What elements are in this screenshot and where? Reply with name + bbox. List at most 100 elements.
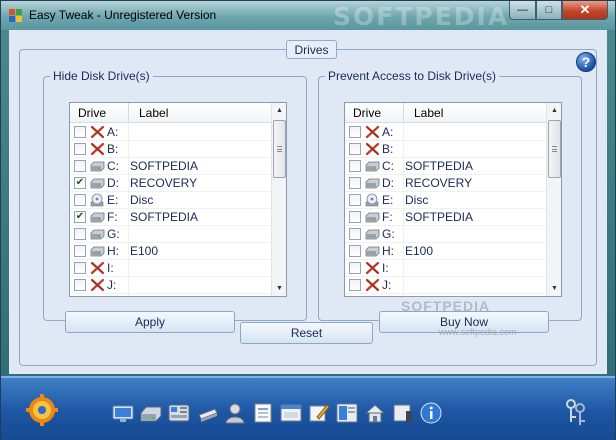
vertical-scrollbar[interactable]: ▲ ▼	[271, 103, 286, 296]
drive-checkbox[interactable]	[74, 279, 86, 291]
drive-row[interactable]: D: RECOVERY	[345, 175, 546, 192]
hard-drive-icon	[90, 210, 105, 224]
drive-checkbox[interactable]	[349, 126, 361, 138]
drive-checkbox[interactable]	[74, 245, 86, 257]
drive-row[interactable]: C: SOFTPEDIA	[345, 158, 546, 175]
minimize-icon: —	[517, 4, 528, 16]
desktop-icon[interactable]	[111, 401, 135, 425]
drive-checkbox[interactable]	[349, 211, 361, 223]
drive-letter: F:	[107, 210, 118, 224]
drive-letter: J:	[382, 278, 392, 292]
drive-row[interactable]: E: Disc	[70, 192, 271, 209]
hide-drives-list[interactable]: Drive Label A: B: C: SOFTPEDIA ✔ D: RECOVERY E:…	[69, 102, 287, 297]
drive-checkbox[interactable]	[74, 143, 86, 155]
document-icon[interactable]	[251, 401, 275, 425]
close-icon: ✕	[579, 2, 591, 17]
prevent-access-list[interactable]: Drive Label A: B: C: SOFTPEDIA D: RECOVERY E: D…	[344, 102, 562, 297]
security-icon[interactable]	[391, 401, 415, 425]
drive-row[interactable]: C: SOFTPEDIA	[70, 158, 271, 175]
drive-checkbox[interactable]	[349, 160, 361, 172]
drive-letter: D:	[107, 176, 119, 190]
network-icon[interactable]	[167, 401, 191, 425]
app-logo-icon	[9, 9, 22, 22]
drive-letter: H:	[382, 244, 394, 258]
disabled-x-icon	[90, 125, 105, 139]
printer-icon[interactable]	[195, 401, 219, 425]
scroll-up-icon[interactable]: ▲	[272, 103, 287, 118]
softpedia-watermark: SOFTPEDIA	[333, 2, 510, 31]
column-header-label[interactable]: Label	[129, 103, 168, 122]
column-header-drive[interactable]: Drive	[345, 103, 404, 122]
drive-checkbox[interactable]: ✔	[74, 211, 86, 223]
drive-row[interactable]: I:	[345, 260, 546, 277]
disabled-x-icon	[365, 261, 380, 275]
column-header-label[interactable]: Label	[404, 103, 443, 122]
drive-checkbox[interactable]	[74, 126, 86, 138]
close-button[interactable]: ✕	[562, 1, 608, 20]
drive-checkbox[interactable]	[349, 143, 361, 155]
drive-icon[interactable]	[139, 401, 163, 425]
disabled-x-icon	[365, 142, 380, 156]
drive-row[interactable]: H: E100	[345, 243, 546, 260]
drive-letter: E:	[107, 193, 119, 207]
drive-row[interactable]: ✔ F: SOFTPEDIA	[70, 209, 271, 226]
keys-icon[interactable]	[564, 398, 588, 426]
drive-checkbox[interactable]	[349, 279, 361, 291]
drive-row[interactable]: G:	[345, 226, 546, 243]
startmenu-icon[interactable]	[335, 401, 359, 425]
scroll-up-icon[interactable]: ▲	[547, 103, 562, 118]
drive-checkbox[interactable]	[349, 245, 361, 257]
scroll-thumb[interactable]	[548, 120, 561, 178]
drive-letter: D:	[382, 176, 394, 190]
drive-row[interactable]: G:	[70, 226, 271, 243]
drive-checkbox[interactable]	[349, 194, 361, 206]
drive-row[interactable]: B:	[70, 141, 271, 158]
drive-row[interactable]: H: E100	[70, 243, 271, 260]
maximize-button[interactable]: □	[536, 1, 562, 20]
scroll-thumb[interactable]	[273, 120, 286, 178]
window-icon[interactable]	[279, 401, 303, 425]
drive-row[interactable]: E: Disc	[345, 192, 546, 209]
drive-checkbox[interactable]	[74, 194, 86, 206]
drive-label: SOFTPEDIA	[405, 210, 474, 224]
drive-checkbox[interactable]	[74, 160, 86, 172]
settings-gear-icon[interactable]	[26, 394, 58, 426]
drive-letter: A:	[107, 125, 119, 139]
hide-drive-rows: A: B: C: SOFTPEDIA ✔ D: RECOVERY E: Disc ✔ F: SOFTP…	[70, 124, 271, 294]
drive-row[interactable]: J:	[345, 277, 546, 294]
drive-checkbox[interactable]	[349, 177, 361, 189]
scroll-down-icon[interactable]: ▼	[272, 281, 287, 296]
drive-row[interactable]: A:	[345, 124, 546, 141]
reset-button[interactable]: Reset	[240, 322, 373, 344]
drive-checkbox[interactable]	[349, 228, 361, 240]
apply-button[interactable]: Apply	[65, 311, 235, 333]
info-icon[interactable]	[419, 401, 443, 425]
drive-checkbox[interactable]	[74, 228, 86, 240]
drive-row[interactable]: B:	[345, 141, 546, 158]
prevent-access-title: Prevent Access to Disk Drive(s)	[325, 69, 500, 83]
drive-row[interactable]: J:	[70, 277, 271, 294]
drives-legend: Drives	[286, 40, 337, 59]
user-icon[interactable]	[223, 401, 247, 425]
drive-row[interactable]: A:	[70, 124, 271, 141]
cd-drive-icon	[90, 193, 105, 207]
edit-icon[interactable]	[307, 401, 331, 425]
disabled-x-icon	[365, 278, 380, 292]
drive-checkbox[interactable]: ✔	[74, 177, 86, 189]
title-bar[interactable]: Easy Tweak - Unregistered Version SOFTPE…	[1, 1, 615, 31]
column-header-drive[interactable]: Drive	[70, 103, 129, 122]
hard-drive-icon	[90, 244, 105, 258]
drive-label: E100	[130, 244, 159, 258]
vertical-scrollbar[interactable]: ▲ ▼	[546, 103, 561, 296]
disabled-x-icon	[90, 142, 105, 156]
drive-checkbox[interactable]	[74, 262, 86, 274]
house-icon[interactable]	[363, 401, 387, 425]
drive-row[interactable]: I:	[70, 260, 271, 277]
help-icon[interactable]: ?	[576, 52, 596, 72]
drive-checkbox[interactable]	[349, 262, 361, 274]
minimize-button[interactable]: —	[509, 1, 536, 20]
drive-row[interactable]: F: SOFTPEDIA	[345, 209, 546, 226]
drive-letter: G:	[107, 227, 120, 241]
drive-row[interactable]: ✔ D: RECOVERY	[70, 175, 271, 192]
scroll-down-icon[interactable]: ▼	[547, 281, 562, 296]
